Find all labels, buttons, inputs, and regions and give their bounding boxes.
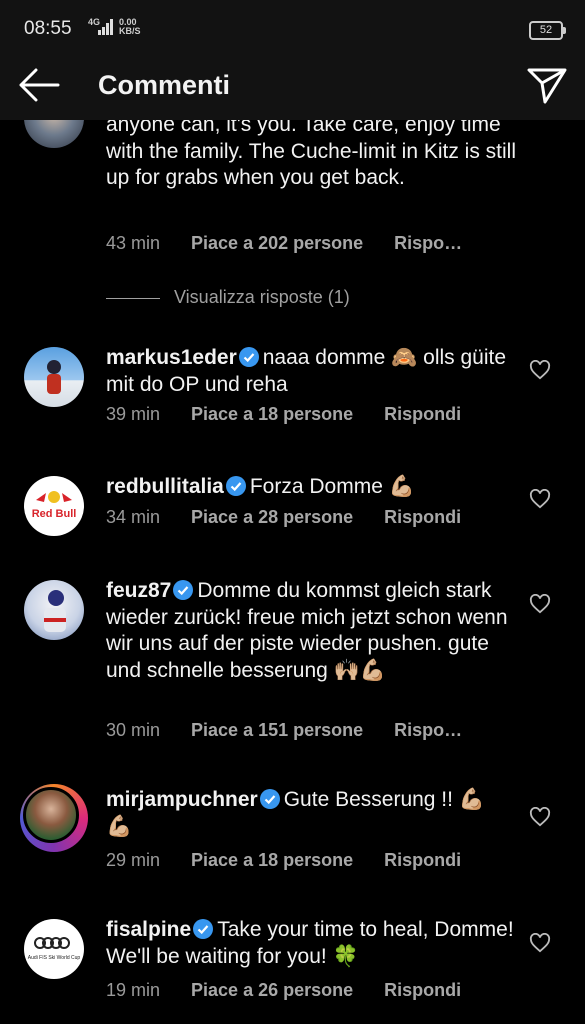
heart-icon[interactable] — [529, 807, 551, 827]
username[interactable]: redbullitalia — [106, 475, 224, 498]
avatar[interactable] — [24, 580, 84, 640]
comment-text: markus1eder naaa domme 🙈 olls güite mit d… — [106, 345, 516, 398]
heart-icon[interactable] — [529, 933, 551, 953]
network-speed: 0.00 KB/S — [119, 18, 141, 36]
comment-time: 19 min — [106, 980, 161, 1000]
username[interactable]: mirjampuchner — [106, 788, 258, 811]
heart-icon[interactable] — [529, 489, 551, 509]
comment-text: feuz87 Domme du kommst gleich stark wiede… — [106, 578, 511, 684]
send-icon[interactable] — [526, 66, 568, 104]
verified-badge-icon — [225, 476, 246, 496]
comments-list[interactable]: anyone can, it's you. Take care, enjoy t… — [0, 120, 585, 1024]
avatar[interactable] — [24, 120, 84, 148]
username[interactable]: feuz87 — [106, 579, 171, 602]
likes-count[interactable]: Piace a 26 persone — [191, 980, 353, 1000]
avatar[interactable]: Red Bull — [24, 476, 84, 536]
comment-time: 29 min — [106, 850, 161, 870]
avatar[interactable] — [24, 347, 84, 407]
comment-time: 39 min — [106, 404, 161, 424]
comment-body: Forza Domme 💪🏼 — [249, 475, 415, 498]
comment-meta: 30 min Piace a 151 persone Rispo… — [106, 720, 493, 741]
comment-meta: 39 min Piace a 18 persone Rispondi — [106, 404, 492, 425]
redbull-logo-text: Red Bull — [32, 508, 77, 520]
view-replies-label: Visualizza risposte (1) — [174, 287, 350, 307]
likes-count[interactable]: Piace a 28 persone — [191, 507, 353, 527]
reply-button[interactable]: Rispondi — [384, 507, 461, 527]
verified-badge-icon — [193, 919, 214, 939]
verified-badge-icon — [238, 347, 259, 367]
comment-text: mirjampuchner Gute Besserung !! 💪🏼💪🏼 — [106, 787, 511, 840]
signal-icon — [98, 19, 113, 35]
redbull-logo-icon: Red Bull — [32, 491, 77, 520]
comment-text: redbullitalia Forza Domme 💪🏼 — [106, 474, 516, 501]
fis-logo-text: Audi FIS Ski World Cup — [28, 955, 81, 961]
status-time: 08:55 — [24, 18, 72, 39]
speed-unit: KB/S — [119, 26, 141, 36]
story-ring[interactable] — [20, 784, 88, 852]
skier-icon — [47, 360, 61, 394]
reply-button[interactable]: Rispondi — [384, 850, 461, 870]
avatar[interactable]: Audi FIS Ski World Cup — [24, 919, 84, 979]
reply-button[interactable]: Rispo… — [394, 233, 462, 253]
fis-audi-logo-icon: Audi FIS Ski World Cup — [28, 937, 81, 961]
comment-meta: 29 min Piace a 18 persone Rispondi — [106, 850, 492, 871]
comment-meta: 19 min Piace a 26 persone Rispondi — [106, 980, 492, 1001]
verified-badge-icon — [173, 580, 194, 600]
battery-level: 52 — [539, 24, 553, 36]
page-title: Commenti — [98, 70, 231, 100]
comment-meta: 34 min Piace a 28 persone Rispondi — [106, 507, 492, 528]
likes-count[interactable]: Piace a 18 persone — [191, 404, 353, 424]
likes-count[interactable]: Piace a 18 persone — [191, 850, 353, 870]
likes-count[interactable]: Piace a 202 persone — [191, 233, 363, 253]
comment-time: 43 min — [106, 233, 161, 253]
comment-time: 30 min — [106, 720, 161, 740]
comment-time: 34 min — [106, 507, 161, 527]
divider — [106, 297, 160, 299]
reply-button[interactable]: Rispondi — [384, 980, 461, 1000]
status-bar: 08:55 4G 0.00 KB/S 52 — [0, 0, 585, 50]
username[interactable]: fisalpine — [106, 918, 191, 941]
heart-icon[interactable] — [529, 594, 551, 614]
view-replies-link[interactable]: Visualizza risposte (1) — [106, 287, 350, 308]
likes-count[interactable]: Piace a 151 persone — [191, 720, 363, 740]
skier-icon — [44, 590, 66, 632]
comment-text: fisalpine Take your time to heal, Domme! … — [106, 917, 516, 970]
verified-badge-icon — [259, 789, 280, 809]
avatar — [23, 787, 79, 843]
back-arrow-icon[interactable] — [18, 68, 60, 102]
reply-button[interactable]: Rispondi — [384, 404, 461, 424]
app-header: Commenti — [0, 50, 585, 120]
heart-icon[interactable] — [529, 360, 551, 380]
username[interactable]: markus1eder — [106, 346, 237, 369]
comment-meta: 43 min Piace a 202 persone Rispo… — [106, 233, 493, 254]
battery-icon: 52 — [529, 21, 566, 40]
comment-text: anyone can, it's you. Take care, enjoy t… — [106, 120, 517, 189]
reply-button[interactable]: Rispo… — [394, 720, 462, 740]
